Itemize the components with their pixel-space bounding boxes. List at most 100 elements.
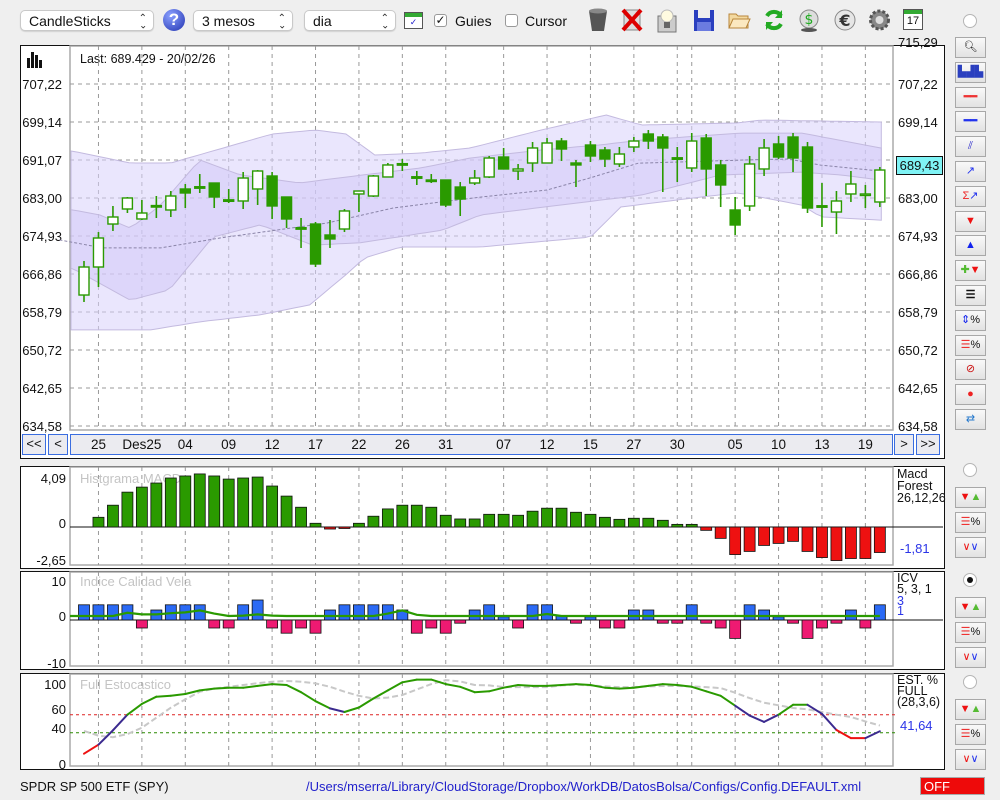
icv-crossover-curve-button[interactable]: ∨∨ xyxy=(955,647,986,668)
lines-percent-button[interactable]: ☰% xyxy=(955,334,986,356)
date-axis-label: 07 xyxy=(496,437,512,452)
icv-value-2: 1 xyxy=(897,604,904,618)
price-axis-label-left: 658,79 xyxy=(22,305,62,320)
stochastic-crossover-curve-button[interactable]: ∨∨ xyxy=(955,749,986,770)
interval-select[interactable]: dia ⌃ ⌃ xyxy=(304,10,396,31)
channel-icon: ⫽ xyxy=(968,140,973,153)
macd-lines-percent-button[interactable]: ☰% xyxy=(955,512,986,533)
macd-signal-arrows-button[interactable]: ▼▲ xyxy=(955,487,986,508)
dollar-refresh-icon[interactable]: $ xyxy=(797,7,821,33)
main-chart-radio[interactable] xyxy=(963,14,977,28)
add-alert-button[interactable]: ✚▼ xyxy=(955,260,986,282)
price-axis-label-left: 650,72 xyxy=(22,343,62,358)
main-chart-panel[interactable] xyxy=(20,45,945,459)
icv-y-label: 0 xyxy=(58,609,66,624)
trash-icon[interactable] xyxy=(586,7,610,33)
icv-signal-arrows-button[interactable]: ▼▲ xyxy=(955,597,986,618)
gear-icon[interactable] xyxy=(866,7,893,33)
stochastic-title: Full Estocastico xyxy=(80,677,172,692)
channel-button[interactable]: ⫽ xyxy=(955,136,986,158)
forbidden-button[interactable]: ⊘ xyxy=(955,359,986,381)
guides-label: Guies xyxy=(455,13,492,29)
stochastic-y-label: 100 xyxy=(44,677,66,692)
price-axis-label-right: 642,65 xyxy=(898,381,938,396)
swap-button[interactable]: ⇄ xyxy=(955,409,986,430)
date-axis-label: 30 xyxy=(669,437,685,452)
crossover-curve-icon: ∨∨ xyxy=(962,651,979,663)
date-axis-label: 17 xyxy=(308,437,324,452)
macd-value: -1,81 xyxy=(900,541,930,556)
nav-prev-button[interactable]: < xyxy=(48,434,68,455)
date-axis-label: 13 xyxy=(814,437,830,452)
zoom-button[interactable]: 🔍︎ xyxy=(955,37,986,58)
stochastic-lines-percent-button[interactable]: ☰% xyxy=(955,724,986,745)
current-price: 689,43 xyxy=(899,158,940,173)
period-select[interactable]: 3 mesos ⌃ ⌃ xyxy=(193,10,293,31)
record-button[interactable]: ● xyxy=(955,384,986,406)
chart-window-icon[interactable]: ✓ xyxy=(404,12,423,29)
arrow-down-button[interactable]: ▼ xyxy=(955,210,986,232)
crossover-curve-icon: ∨∨ xyxy=(962,753,979,765)
off-button[interactable]: OFF xyxy=(920,777,985,795)
arrow-up-icon: ▲ xyxy=(965,239,976,252)
dashed-lines-button[interactable]: ☰ xyxy=(955,285,986,306)
refresh-icon[interactable] xyxy=(762,7,786,33)
trendline-button[interactable]: ↗ xyxy=(955,161,986,182)
guides-checkbox[interactable]: ✓ xyxy=(434,14,447,27)
date-axis-label: 09 xyxy=(221,437,237,452)
signal-arrows-icon: ▼▲ xyxy=(959,491,982,503)
off-label: OFF xyxy=(924,779,950,794)
sigma-trendline-icon: Σ↗ xyxy=(962,189,979,202)
instrument-name: SPDR SP 500 ETF (SPY) xyxy=(20,779,169,794)
cursor-checkbox[interactable] xyxy=(505,14,518,27)
period-value: 3 mesos xyxy=(202,13,255,29)
config-path[interactable]: /Users/mserra/Library/CloudStorage/Dropb… xyxy=(306,779,861,794)
icv-radio[interactable] xyxy=(963,573,977,587)
red-line-icon: ━━ xyxy=(963,90,978,103)
date-axis-label: 05 xyxy=(727,437,743,452)
record-icon: ● xyxy=(967,388,974,401)
date-axis-label: 26 xyxy=(394,437,410,452)
chevron-updown-icon: ⌃ ⌃ xyxy=(277,13,286,30)
icv-title: Indice Calidad Vela xyxy=(80,574,192,589)
euro-icon[interactable]: € xyxy=(833,7,857,33)
range-percent-button[interactable]: ⇕% xyxy=(955,309,986,331)
date-axis-label: 10 xyxy=(771,437,787,452)
arrow-down-icon: ▼ xyxy=(965,214,976,227)
sigma-trendline-button[interactable]: Σ↗ xyxy=(955,185,986,207)
lines-percent-icon: ☰% xyxy=(960,728,981,740)
save-icon[interactable] xyxy=(692,7,716,33)
last-price-label: Last: 689.429 - 20/02/26 xyxy=(80,52,216,66)
chart-type-select[interactable]: CandleSticks ⌃ ⌃ xyxy=(20,10,154,31)
stochastic-radio[interactable] xyxy=(963,675,977,689)
cursor-label: Cursor xyxy=(525,13,568,29)
calendar-icon[interactable]: 17 xyxy=(903,9,923,30)
price-axis-label-left: 642,65 xyxy=(22,381,62,396)
price-axis-label-right: 699,14 xyxy=(898,115,938,130)
stochastic-value: 41,64 xyxy=(900,718,933,733)
help-icon[interactable]: ? xyxy=(163,9,185,31)
nav-first-button[interactable]: << xyxy=(22,434,46,455)
arrow-up-button[interactable]: ▲ xyxy=(955,235,986,257)
icv-lines-percent-button[interactable]: ☰% xyxy=(955,622,986,643)
current-price-box: 689,43 xyxy=(896,156,943,175)
interval-value: dia xyxy=(313,13,332,29)
blue-line-button[interactable]: ━━ xyxy=(955,111,986,133)
red-line-button[interactable]: ━━ xyxy=(955,86,986,108)
volume-chart-button[interactable]: ▙▟▙ xyxy=(955,61,986,83)
nav-last-button[interactable]: >> xyxy=(916,434,940,455)
lightbulb-icon[interactable] xyxy=(655,7,679,33)
volume-chart-icon: ▙▟▙ xyxy=(957,65,984,78)
forbidden-icon: ⊘ xyxy=(965,363,976,376)
macd-crossover-curve-button[interactable]: ∨∨ xyxy=(955,537,986,558)
swap-icon: ⇄ xyxy=(965,413,976,425)
nav-next-button[interactable]: > xyxy=(894,434,914,455)
delete-icon[interactable] xyxy=(620,7,644,33)
open-folder-icon[interactable] xyxy=(727,7,751,33)
macd-radio[interactable] xyxy=(963,463,977,477)
crossover-curve-icon: ∨∨ xyxy=(962,541,979,553)
stochastic-signal-arrows-button[interactable]: ▼▲ xyxy=(955,699,986,720)
timeline-scrollbar[interactable] xyxy=(70,434,893,455)
date-axis-label: 25 xyxy=(90,437,106,452)
price-axis-label-right: 634,58 xyxy=(898,419,938,434)
